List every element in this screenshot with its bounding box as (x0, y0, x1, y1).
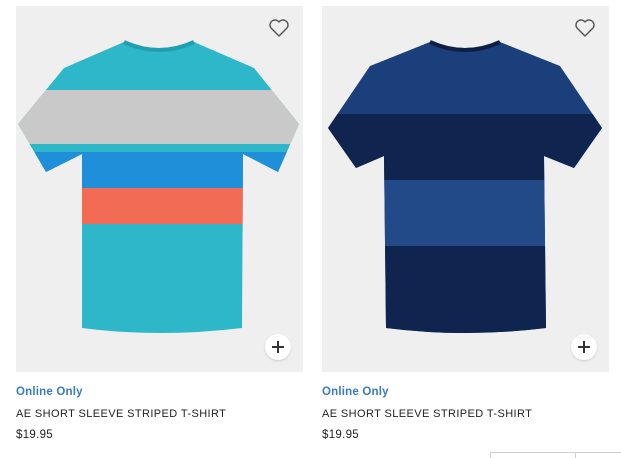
online-only-badge: Online Only (322, 386, 389, 398)
product-card[interactable]: Online Only AE SHORT SLEEVE STRIPED T-SH… (322, 6, 609, 442)
heart-icon[interactable] (573, 16, 597, 40)
product-grid: Online Only AE SHORT SLEEVE STRIPED T-SH… (0, 0, 621, 458)
plus-icon (578, 341, 590, 353)
plus-icon (272, 341, 284, 353)
product-image[interactable] (16, 6, 303, 372)
add-to-bag-button[interactable] (571, 334, 597, 360)
striped-tshirt-navy (328, 40, 602, 333)
product-name-link[interactable]: AE SHORT SLEEVE STRIPED T-SHIRT (16, 407, 303, 421)
heart-icon[interactable] (267, 16, 291, 40)
product-card[interactable]: Online Only AE SHORT SLEEVE STRIPED T-SH… (16, 6, 303, 442)
product-price: $19.95 (322, 429, 359, 441)
online-only-badge: Online Only (16, 386, 83, 398)
product-name-link[interactable]: AE SHORT SLEEVE STRIPED T-SHIRT (322, 407, 609, 421)
product-image[interactable] (322, 6, 609, 372)
pagination-divider (575, 453, 576, 458)
pagination-control-edge[interactable] (490, 452, 621, 458)
product-price: $19.95 (16, 429, 53, 441)
striped-tshirt-turquoise (18, 40, 299, 333)
add-to-bag-button[interactable] (265, 334, 291, 360)
